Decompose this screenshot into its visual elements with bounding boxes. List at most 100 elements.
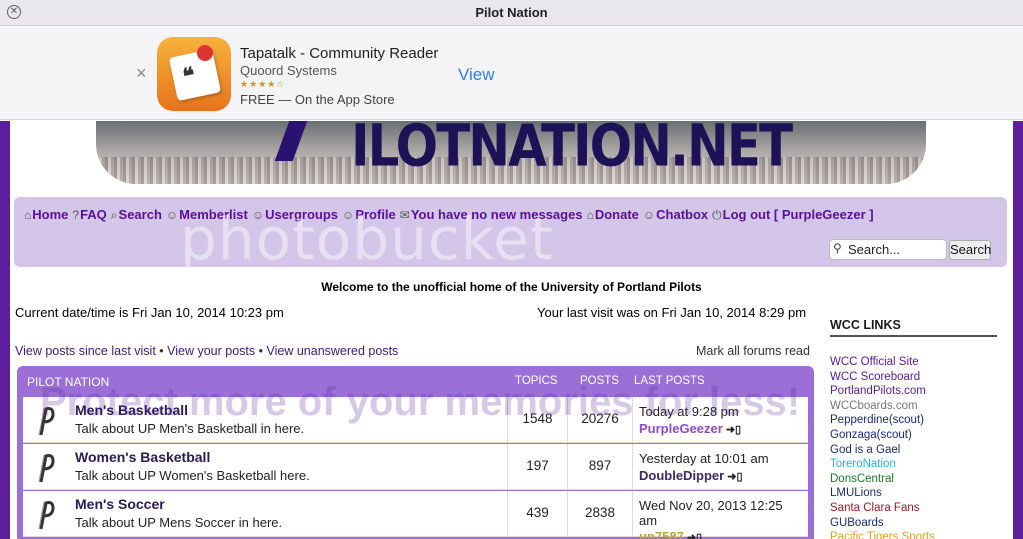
nav-icon: ⌂ xyxy=(586,208,594,222)
view-posts-since-last-visit-link[interactable]: View posts since last visit xyxy=(15,344,156,358)
forum-table: PILOT NATION TOPICS POSTS LAST POSTS Men… xyxy=(17,366,814,539)
banner-price: FREE — On the App Store xyxy=(240,92,395,107)
forum-name-link[interactable]: Men's Soccer xyxy=(75,496,165,512)
forum-icon xyxy=(38,501,55,530)
wcc-link[interactable]: WCC Official Site xyxy=(830,355,935,370)
nav-icon: ⏻ xyxy=(712,208,722,222)
wcc-link[interactable]: Gonzaga(scout) xyxy=(830,428,935,443)
forum-row: Women's Basketball Talk about UP Women's … xyxy=(23,444,808,490)
nav-item-you-have-no-new-messages[interactable]: ✉You have no new messages xyxy=(400,207,583,222)
nav-item-label: Chatbox xyxy=(656,207,709,222)
nav-item-usergroups[interactable]: ☺Usergroups xyxy=(252,207,338,222)
last-post-author-link[interactable]: up7587 ➜▯ xyxy=(639,529,702,539)
forum-post-count: 2838 xyxy=(567,491,633,537)
search-placeholder: Search... xyxy=(848,242,901,257)
quicklinks: View posts since last visit • View your … xyxy=(15,344,398,358)
goto-last-post-icon[interactable]: ➜▯ xyxy=(687,532,702,539)
forum-row: Men's Soccer Talk about UP Mens Soccer in… xyxy=(23,491,808,539)
nav-icon: ⌂ xyxy=(24,208,32,222)
author-name: DoubleDipper xyxy=(639,468,725,483)
nav-item-faq[interactable]: ?FAQ xyxy=(72,207,106,222)
tapatalk-app-icon: ❝ xyxy=(157,37,231,111)
column-topics: TOPICS xyxy=(515,375,558,387)
page-left-frame xyxy=(0,121,10,539)
nav-item-label: Profile xyxy=(355,207,396,222)
last-post-author-link[interactable]: DoubleDipper ➜▯ xyxy=(639,468,743,483)
search-button[interactable]: Search xyxy=(949,240,991,260)
nav-item-memberlist[interactable]: ☺Memberlist xyxy=(166,207,248,222)
site-header-banner[interactable]: ILOTNATION.NET xyxy=(96,121,926,184)
wcc-link[interactable]: Pacific Tigers Sports xyxy=(830,530,935,539)
wcc-link[interactable]: ToreroNation xyxy=(830,457,935,472)
forum-topic-count: 197 xyxy=(507,444,567,490)
goto-last-post-icon[interactable]: ➜▯ xyxy=(726,424,741,436)
nav-item-label: Memberlist xyxy=(179,207,248,222)
author-name: PurpleGeezer xyxy=(639,421,723,436)
last-post-time: Today at 9:28 pm xyxy=(639,404,739,419)
forum-post-count: 897 xyxy=(567,444,633,490)
search-icon: ⚲ xyxy=(833,241,842,255)
nav-item-label: Log out [ PurpleGeezer ] xyxy=(722,207,874,222)
forum-topic-count: 439 xyxy=(507,491,567,537)
nav-icon: ⌕ xyxy=(110,208,118,222)
nav-icon: ? xyxy=(72,208,80,222)
nav-item-label: Donate xyxy=(594,207,639,222)
wcc-links-title: WCC LINKS xyxy=(830,318,901,332)
wcc-link[interactable]: GUBoards xyxy=(830,516,935,531)
forum-description: Talk about UP Men's Basketball in here. xyxy=(75,421,305,436)
nav-item-label: Search xyxy=(118,207,162,222)
nav-item-search[interactable]: ⌕Search xyxy=(111,207,162,223)
wcc-link[interactable]: Santa Clara Fans xyxy=(830,501,935,516)
banner-rating: ★★★★☆ xyxy=(240,79,286,89)
banner-dismiss-icon[interactable]: × xyxy=(136,63,147,84)
forum-name-link[interactable]: Women's Basketball xyxy=(75,449,210,465)
view-unanswered-posts-link[interactable]: View unanswered posts xyxy=(267,344,399,358)
view-your-posts-link[interactable]: View your posts xyxy=(167,344,255,358)
banner-view-button[interactable]: View xyxy=(458,65,495,85)
main-navbar: ⌂Home ?FAQ ⌕Search ☺Memberlist ☺Usergroups ☺P… xyxy=(14,197,1007,267)
wcc-link[interactable]: Pepperdine(scout) xyxy=(830,413,935,428)
wcc-link[interactable]: God is a Gael xyxy=(830,443,935,458)
nav-item-donate[interactable]: ⌂Donate xyxy=(587,207,639,222)
column-posts: POSTS xyxy=(580,375,619,387)
mark-all-forums-read-link[interactable]: Mark all forums read xyxy=(696,344,810,358)
last-visit: Your last visit was on Fri Jan 10, 2014 … xyxy=(537,305,807,320)
nav-icon: ☺ xyxy=(642,208,656,222)
column-last-posts: LAST POSTS xyxy=(634,375,705,387)
nav-item-home[interactable]: ⌂Home xyxy=(24,207,68,222)
header-logo-text: ILOTNATION.NET xyxy=(351,121,793,180)
goto-last-post-icon[interactable]: ➜▯ xyxy=(727,471,742,483)
wcc-link[interactable]: WCCboards.com xyxy=(830,399,935,414)
last-post-time: Yesterday at 10:01 am xyxy=(639,451,769,466)
nav-items: ⌂Home ?FAQ ⌕Search ☺Memberlist ☺Usergroups ☺P… xyxy=(24,207,878,223)
welcome-message: Welcome to the unofficial home of the Un… xyxy=(321,280,702,294)
page-right-frame xyxy=(1013,121,1023,539)
nav-icon: ☺ xyxy=(251,208,265,222)
current-datetime: Current date/time is Fri Jan 10, 2014 10… xyxy=(15,305,284,320)
author-name: up7587 xyxy=(639,529,684,539)
nav-icon: ☺ xyxy=(165,208,179,222)
forum-name-link[interactable]: Men's Basketball xyxy=(75,402,188,418)
nav-item-chatbox[interactable]: ☺Chatbox xyxy=(643,207,708,222)
nav-item-label: You have no new messages xyxy=(410,207,583,222)
forum-description: Talk about UP Women's Basketball here. xyxy=(75,468,310,483)
nav-item-log-out-purplegeezer[interactable]: ⏻Log out [ PurpleGeezer ] xyxy=(712,207,873,223)
forum-category-title[interactable]: PILOT NATION xyxy=(27,375,109,389)
search-input[interactable]: ⚲ Search... xyxy=(829,239,947,260)
banner-vendor: Quoord Systems xyxy=(240,63,337,78)
separator-dot: • xyxy=(258,344,267,358)
header-logo-mark xyxy=(274,121,308,161)
forum-topic-count: 1548 xyxy=(507,397,567,443)
nav-item-profile[interactable]: ☺Profile xyxy=(342,207,396,222)
wcc-link[interactable]: PortlandPilots.com xyxy=(830,384,935,399)
app-banner: × ❝ Tapatalk - Community Reader Quoord S… xyxy=(0,27,1023,120)
last-post-author-link[interactable]: PurpleGeezer ➜▯ xyxy=(639,421,741,436)
wcc-link[interactable]: LMULions xyxy=(830,486,935,501)
nav-icon: ✉ xyxy=(399,208,410,222)
wcc-links-divider xyxy=(830,335,997,337)
banner-app-name: Tapatalk - Community Reader xyxy=(240,45,439,62)
wcc-link[interactable]: DonsCentral xyxy=(830,472,935,487)
wcc-links-list: WCC Official Site WCC Scoreboard PortlandP… xyxy=(830,355,935,539)
forum-description: Talk about UP Mens Soccer in here. xyxy=(75,515,283,530)
wcc-link[interactable]: WCC Scoreboard xyxy=(830,370,935,385)
